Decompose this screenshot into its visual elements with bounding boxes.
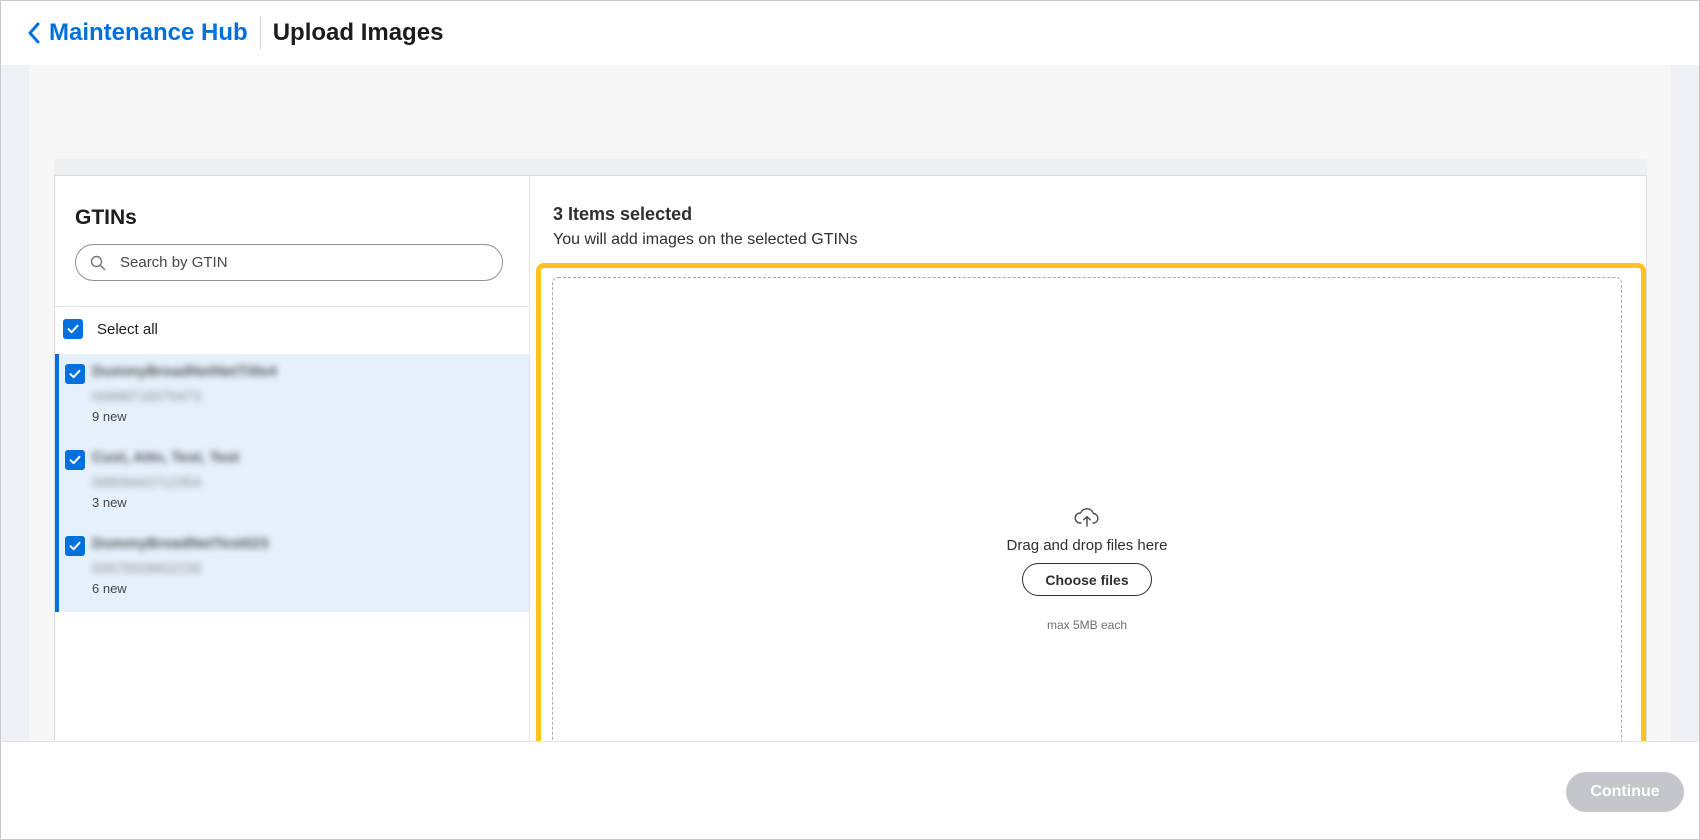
card-top-strip [54, 159, 1647, 175]
header-divider [259, 16, 261, 50]
gtin-item-checkbox[interactable] [65, 364, 85, 384]
choose-files-button[interactable]: Choose files [1022, 563, 1152, 596]
panel-divider [55, 306, 529, 307]
gtin-list-item[interactable]: Cust, Attn, Test, Test 06808442712354 3 … [55, 440, 529, 526]
upload-card: GTINs Select all [54, 175, 1647, 753]
dropzone-text: Drag and drop files here [1006, 537, 1168, 554]
gtin-item-name: DummyBreadNetTest023 [92, 535, 269, 552]
max-size-note: max 5MB each [1046, 618, 1128, 632]
gtin-panel-title: GTINs [75, 206, 137, 229]
back-link-label: Maintenance Hub [49, 19, 248, 46]
gtin-list-item[interactable]: DummyBreadNetNetTitle4 00688718075473 9 … [55, 354, 529, 440]
selected-count-title: 3 Items selected [553, 204, 693, 224]
upload-panel: 3 Items selected You will add images on … [530, 176, 1646, 753]
check-icon [69, 455, 81, 465]
gtin-item-count: 3 new [92, 495, 127, 510]
gtin-item-code: 00688718075473 [92, 388, 202, 404]
gtin-search[interactable] [75, 244, 503, 281]
select-all-label: Select all [97, 320, 158, 338]
right-gutter [1671, 65, 1699, 741]
gtin-item-code: 00679509652238 [92, 560, 202, 576]
gtin-item-checkbox[interactable] [65, 536, 85, 556]
gtin-list: DummyBreadNetNetTitle4 00688718075473 9 … [55, 354, 529, 612]
page-title: Upload Images [272, 19, 444, 46]
select-all-checkbox[interactable] [63, 319, 83, 339]
gtin-search-input[interactable] [120, 254, 480, 271]
check-icon [69, 369, 81, 379]
check-icon [69, 541, 81, 551]
page-footer: Continue [1, 741, 1699, 839]
check-icon [67, 324, 79, 334]
gtin-item-name: Cust, Attn, Test, Test [92, 449, 240, 466]
selected-subtitle: You will add images on the selected GTIN… [553, 231, 858, 248]
back-to-maintenance-hub-link[interactable]: Maintenance Hub [27, 19, 248, 47]
cloud-upload-icon [1074, 506, 1100, 533]
continue-button[interactable]: Continue [1566, 772, 1684, 812]
select-all-row[interactable]: Select all [63, 319, 158, 339]
gtin-item-checkbox[interactable] [65, 450, 85, 470]
gtin-panel: GTINs Select all [55, 176, 530, 741]
gtin-list-item[interactable]: DummyBreadNetTest023 00679509652238 6 ne… [55, 526, 529, 612]
gtin-item-name: DummyBreadNetNetTitle4 [92, 363, 277, 380]
gtin-item-count: 6 new [92, 581, 127, 596]
file-dropzone[interactable]: Drag and drop files here Choose files ma… [552, 277, 1622, 747]
chevron-left-icon [28, 22, 40, 44]
page-header: Maintenance Hub Upload Images [1, 1, 1699, 65]
left-gutter [1, 65, 29, 741]
gtin-item-code: 06808442712354 [92, 474, 202, 490]
search-icon [90, 255, 106, 270]
gtin-item-count: 9 new [92, 409, 127, 424]
